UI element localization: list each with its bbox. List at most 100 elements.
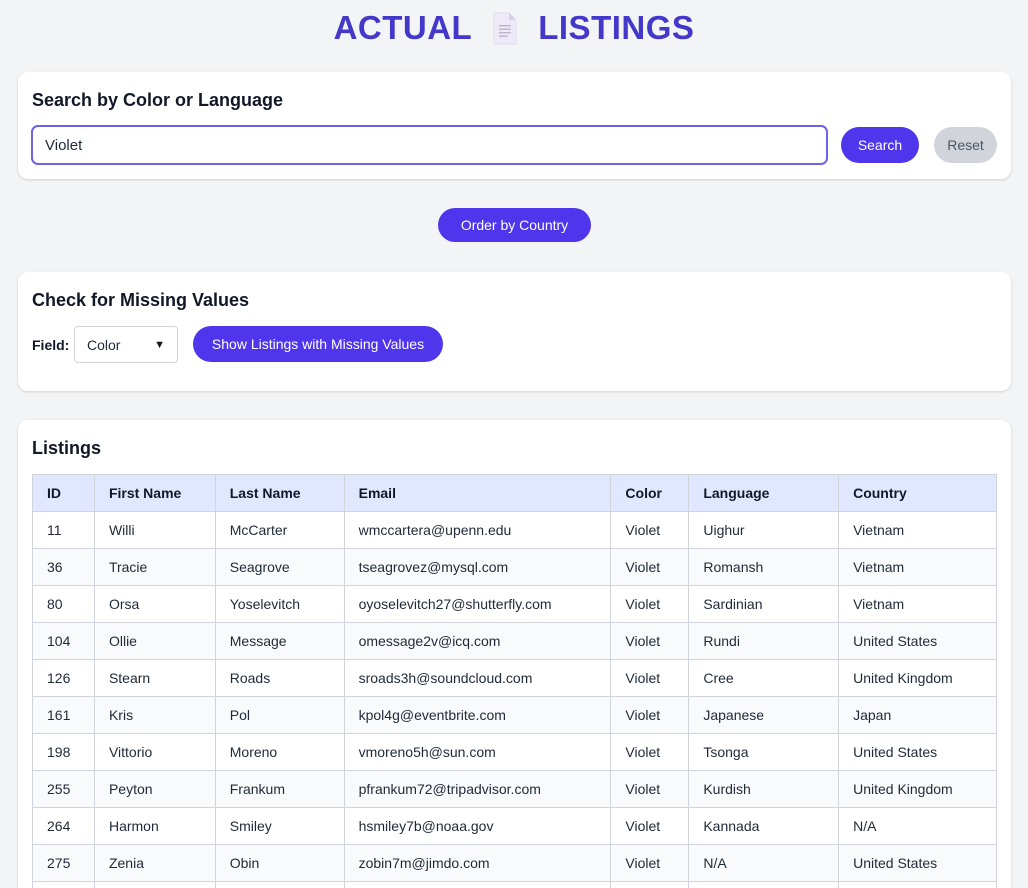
- cell-country: United Kingdom: [838, 659, 997, 697]
- cell-language: Uighur: [688, 511, 840, 549]
- show-missing-values-button[interactable]: Show Listings with Missing Values: [193, 326, 443, 362]
- cell-email: [343, 881, 612, 888]
- table-row[interactable]: 275 Zenia Obin zobin7m@jimdo.com Violet …: [32, 844, 997, 882]
- table-row[interactable]: 264 Harmon Smiley hsmiley7b@noaa.gov Vio…: [32, 807, 997, 845]
- column-header[interactable]: Country: [838, 474, 997, 512]
- missing-values-title: Check for Missing Values: [32, 290, 250, 310]
- table-row[interactable]: 11 Willi McCarter wmccartera@upenn.edu V…: [32, 511, 997, 549]
- cell-language: [688, 881, 840, 888]
- cell-id: 161: [32, 696, 95, 734]
- column-header[interactable]: First Name: [93, 474, 216, 512]
- cell-first-name: Ollie: [93, 622, 216, 660]
- cell-last-name: McCarter: [214, 511, 345, 549]
- cell-last-name: [214, 881, 345, 888]
- cell-country: United States: [838, 622, 997, 660]
- cell-last-name: Yoselevitch: [214, 585, 345, 623]
- search-card-title: Search by Color or Language: [32, 90, 284, 110]
- search-input[interactable]: [31, 125, 828, 165]
- cell-last-name: Pol: [214, 696, 345, 734]
- cell-color: [610, 881, 690, 888]
- cell-id: 104: [32, 622, 95, 660]
- cell-language: Cree: [688, 659, 840, 697]
- column-header[interactable]: Last Name: [214, 474, 345, 512]
- cell-first-name: Zenia: [93, 844, 216, 882]
- cell-email: hsmiley7b@noaa.gov: [343, 807, 612, 845]
- cell-language: Kannada: [688, 807, 840, 845]
- cell-color: Violet: [610, 696, 690, 734]
- search-button[interactable]: Search: [841, 127, 919, 163]
- cell-color: Violet: [610, 622, 690, 660]
- cell-email: vmoreno5h@sun.com: [343, 733, 612, 771]
- cell-color: Violet: [610, 807, 690, 845]
- document-icon: [492, 12, 518, 45]
- column-header[interactable]: Email: [343, 474, 612, 512]
- cell-language: Kurdish: [688, 770, 840, 808]
- listings-title: Listings: [32, 438, 102, 458]
- cell-id: 36: [32, 548, 95, 586]
- listings-table: ID First Name Last Name Email Color Lang…: [32, 474, 997, 888]
- listings-card: Listings ID First Name Last Name Email C…: [18, 420, 1011, 888]
- reset-button[interactable]: Reset: [934, 127, 997, 163]
- cell-country: Vietnam: [838, 585, 997, 623]
- table-row[interactable]: 126 Stearn Roads sroads3h@soundcloud.com…: [32, 659, 997, 697]
- cell-language: Tsonga: [688, 733, 840, 771]
- cell-id: [32, 881, 95, 888]
- cell-last-name: Obin: [214, 844, 345, 882]
- field-label: Field:: [32, 337, 70, 353]
- cell-color: Violet: [610, 548, 690, 586]
- table-row[interactable]: 36 Tracie Seagrove tseagrovez@mysql.com …: [32, 548, 997, 586]
- cell-country: N/A: [838, 807, 997, 845]
- column-header[interactable]: Language: [688, 474, 840, 512]
- cell-id: 264: [32, 807, 95, 845]
- column-header[interactable]: ID: [32, 474, 95, 512]
- cell-color: Violet: [610, 585, 690, 623]
- cell-first-name: Stearn: [93, 659, 216, 697]
- cell-id: 80: [32, 585, 95, 623]
- table-row[interactable]: 255 Peyton Frankum pfrankum72@tripadviso…: [32, 770, 997, 808]
- cell-first-name: Vittorio: [93, 733, 216, 771]
- missing-values-card: Check for Missing Values Field: Color ▼ …: [18, 272, 1011, 391]
- cell-country: United Kingdom: [838, 770, 997, 808]
- cell-language: Sardinian: [688, 585, 840, 623]
- cell-id: 255: [32, 770, 95, 808]
- table-header-row: ID First Name Last Name Email Color Lang…: [32, 474, 997, 512]
- table-row[interactable]: 198 Vittorio Moreno vmoreno5h@sun.com Vi…: [32, 733, 997, 771]
- cell-last-name: Moreno: [214, 733, 345, 771]
- cell-country: United States: [838, 844, 997, 882]
- cell-first-name: Tracie: [93, 548, 216, 586]
- cell-country: [838, 881, 997, 888]
- cell-last-name: Frankum: [214, 770, 345, 808]
- cell-color: Violet: [610, 511, 690, 549]
- cell-country: United States: [838, 733, 997, 771]
- cell-email: tseagrovez@mysql.com: [343, 548, 612, 586]
- cell-id: 198: [32, 733, 95, 771]
- table-row[interactable]: 104 Ollie Message omessage2v@icq.com Vio…: [32, 622, 997, 660]
- cell-id: 11: [32, 511, 95, 549]
- cell-language: Romansh: [688, 548, 840, 586]
- cell-country: Vietnam: [838, 548, 997, 586]
- cell-email: wmccartera@upenn.edu: [343, 511, 612, 549]
- cell-first-name: Willi: [93, 511, 216, 549]
- cell-country: Vietnam: [838, 511, 997, 549]
- cell-language: Japanese: [688, 696, 840, 734]
- cell-last-name: Smiley: [214, 807, 345, 845]
- column-header[interactable]: Color: [610, 474, 690, 512]
- cell-first-name: Orsa: [93, 585, 216, 623]
- title-left: ACTUAL: [333, 9, 473, 46]
- order-by-country-button[interactable]: Order by Country: [438, 208, 591, 242]
- cell-email: sroads3h@soundcloud.com: [343, 659, 612, 697]
- table-row[interactable]: 80 Orsa Yoselevitch oyoselevitch27@shutt…: [32, 585, 997, 623]
- table-row[interactable]: 161 Kris Pol kpol4g@eventbrite.com Viole…: [32, 696, 997, 734]
- cell-color: Violet: [610, 733, 690, 771]
- cell-language: Rundi: [688, 622, 840, 660]
- cell-last-name: Message: [214, 622, 345, 660]
- search-card: Search by Color or Language Search Reset: [18, 72, 1011, 179]
- table-row[interactable]: [32, 881, 997, 888]
- chevron-down-icon: ▼: [154, 338, 165, 351]
- page-header: ACTUAL LISTINGS: [0, 8, 1028, 48]
- cell-color: Violet: [610, 844, 690, 882]
- cell-last-name: Roads: [214, 659, 345, 697]
- cell-email: omessage2v@icq.com: [343, 622, 612, 660]
- field-select[interactable]: Color ▼: [74, 326, 178, 363]
- cell-email: oyoselevitch27@shutterfly.com: [343, 585, 612, 623]
